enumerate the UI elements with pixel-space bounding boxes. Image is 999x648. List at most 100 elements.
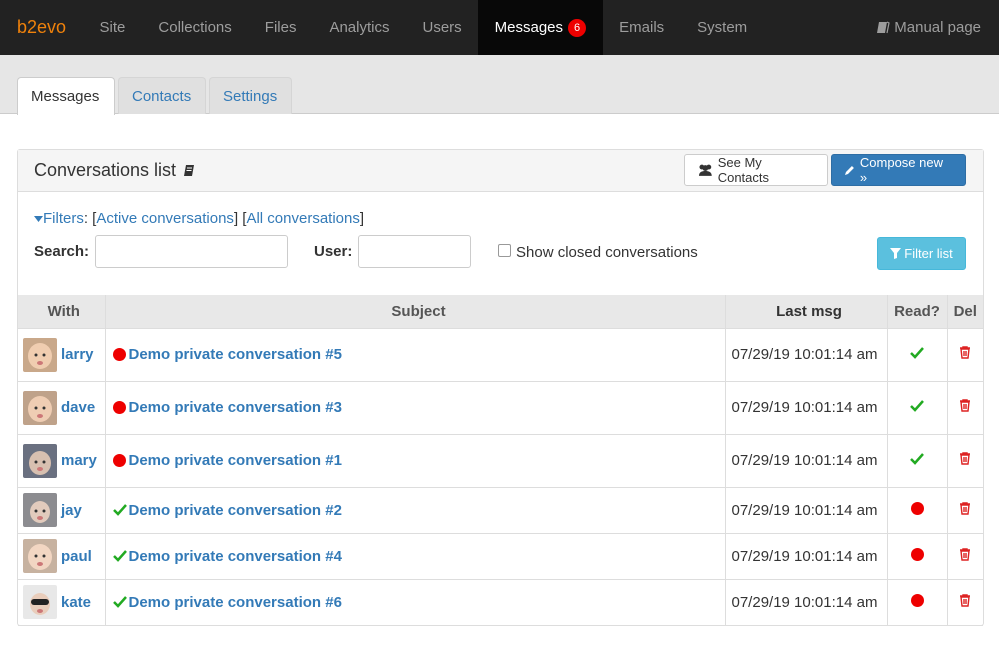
nav-emails[interactable]: Emails <box>603 0 681 55</box>
last-msg-cell: 07/29/19 10:01:14 am <box>725 487 888 534</box>
sent-check-icon <box>112 504 127 516</box>
nav-system[interactable]: System <box>681 0 764 55</box>
user-input[interactable] <box>358 235 471 268</box>
avatar[interactable] <box>23 493 57 527</box>
nav-users[interactable]: Users <box>406 0 478 55</box>
last-msg-cell: 07/29/19 10:01:14 am <box>725 434 888 488</box>
trash-icon[interactable] <box>959 593 971 607</box>
table-row: kate Demo private conversation #6 07/29/… <box>18 579 983 626</box>
check-icon <box>910 453 924 465</box>
user-name[interactable]: paul <box>61 548 92 565</box>
all-conversations-link[interactable]: All conversations <box>246 210 359 227</box>
user-cell: jay <box>23 493 105 527</box>
col-del: Del <box>947 295 983 329</box>
messages-count-badge: 6 <box>568 18 587 37</box>
user-name[interactable]: kate <box>61 594 91 611</box>
avatar[interactable] <box>23 390 57 425</box>
show-closed-label: Show closed conversations <box>516 244 698 261</box>
manual-page-link[interactable]: Manual page <box>877 0 999 55</box>
user-cell: kate <box>23 585 105 619</box>
unread-dot-icon <box>112 401 126 414</box>
trash-icon[interactable] <box>959 346 971 359</box>
table-row: paul Demo private conversation #4 07/29/… <box>18 533 983 580</box>
user-cell: paul <box>23 539 105 573</box>
col-read: Read? <box>887 295 948 329</box>
subject-link[interactable]: Demo private conversation #5 <box>129 346 342 363</box>
user-name[interactable]: mary <box>61 452 97 469</box>
sub-tabs-bar: Messages Contacts Settings <box>0 55 999 115</box>
see-contacts-label: See My Contacts <box>717 155 770 185</box>
search-label: Search: <box>34 243 90 260</box>
filters-line: Filters: [Active conversations] [All con… <box>34 210 364 227</box>
check-icon <box>910 400 924 412</box>
nav-analytics[interactable]: Analytics <box>313 0 406 55</box>
avatar[interactable] <box>23 337 57 372</box>
sent-check-icon <box>112 596 127 608</box>
user-label: User: <box>314 243 353 260</box>
avatar[interactable] <box>23 585 57 619</box>
active-conversations-link[interactable]: Active conversations <box>96 210 234 227</box>
unread-dot-icon <box>112 454 126 467</box>
avatar[interactable] <box>23 443 57 478</box>
user-name[interactable]: dave <box>61 399 95 416</box>
table-header-row: With Subject Last msg Read? Del <box>18 295 983 329</box>
panel-title-text: Conversations list <box>34 160 177 180</box>
nav-files[interactable]: Files <box>248 0 313 55</box>
user-cell: dave <box>23 390 105 425</box>
last-msg-cell: 07/29/19 10:01:14 am <box>725 533 888 580</box>
filter-list-label: Filter list <box>904 246 953 261</box>
table-row: jay Demo private conversation #2 07/29/1… <box>18 487 983 534</box>
trash-icon[interactable] <box>959 452 971 465</box>
compose-new-label: Compose new » <box>859 155 943 185</box>
conversations-panel: Conversations list See My Contacts Compo… <box>17 149 984 626</box>
trash-icon[interactable] <box>959 501 971 515</box>
subject-link[interactable]: Demo private conversation #2 <box>129 502 342 519</box>
user-cell: larry <box>23 337 105 372</box>
unread-dot-icon <box>910 547 924 561</box>
tab-settings[interactable]: Settings <box>209 77 292 114</box>
see-contacts-button[interactable]: See My Contacts <box>684 154 828 186</box>
show-closed-checkbox[interactable] <box>498 244 511 257</box>
last-msg-cell: 07/29/19 10:01:14 am <box>725 328 888 382</box>
search-input[interactable] <box>95 235 288 268</box>
nav-collections[interactable]: Collections <box>142 0 248 55</box>
check-icon <box>910 347 924 359</box>
user-name[interactable]: larry <box>61 346 94 363</box>
book-icon <box>877 21 890 34</box>
trash-icon[interactable] <box>959 399 971 412</box>
subject-link[interactable]: Demo private conversation #1 <box>129 452 342 469</box>
avatar[interactable] <box>23 539 57 573</box>
compose-new-button[interactable]: Compose new » <box>831 154 966 186</box>
subject-link[interactable]: Demo private conversation #3 <box>129 399 342 416</box>
sent-check-icon <box>112 550 127 562</box>
filter-list-button[interactable]: Filter list <box>877 237 966 270</box>
last-msg-cell: 07/29/19 10:01:14 am <box>725 579 888 626</box>
top-navbar: b2evo Site Collections Files Analytics U… <box>0 0 999 55</box>
col-with[interactable]: With <box>18 295 106 329</box>
subject-link[interactable]: Demo private conversation #4 <box>129 548 342 565</box>
filters-toggle[interactable]: Filters <box>34 210 84 227</box>
nav-messages[interactable]: Messages 6 <box>478 0 603 55</box>
panel-header: Conversations list See My Contacts Compo… <box>18 150 983 192</box>
col-last-msg[interactable]: Last msg <box>725 295 888 329</box>
col-subject[interactable]: Subject <box>105 295 726 329</box>
last-msg-cell: 07/29/19 10:01:14 am <box>725 381 888 435</box>
pencil-icon <box>844 166 854 175</box>
nav-messages-label: Messages <box>494 19 564 36</box>
user-cell: mary <box>23 443 105 478</box>
unread-dot-icon <box>910 501 924 515</box>
tab-contacts[interactable]: Contacts <box>118 77 206 114</box>
caret-down-icon <box>34 216 43 222</box>
brand-logo[interactable]: b2evo <box>0 0 83 55</box>
unread-dot-icon <box>112 348 126 361</box>
nav-site[interactable]: Site <box>83 0 142 55</box>
filter-icon <box>890 248 902 259</box>
tab-messages[interactable]: Messages <box>17 77 115 115</box>
user-name[interactable]: jay <box>61 502 82 519</box>
trash-icon[interactable] <box>959 547 971 561</box>
subject-link[interactable]: Demo private conversation #6 <box>129 594 342 611</box>
conversations-table: With Subject Last msg Read? Del larry De… <box>18 295 983 626</box>
users-icon <box>698 164 712 176</box>
manual-book-icon[interactable] <box>183 164 196 177</box>
panel-title: Conversations list <box>34 160 196 181</box>
